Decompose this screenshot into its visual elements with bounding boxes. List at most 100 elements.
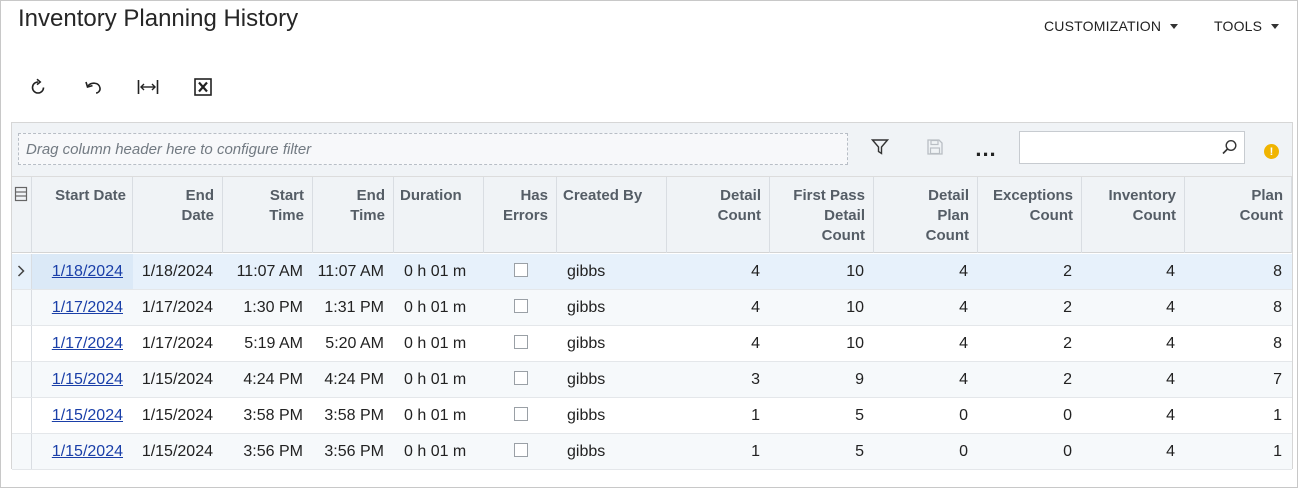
cell-value: 1 — [1273, 407, 1282, 424]
has-errors-checkbox[interactable] — [513, 335, 528, 350]
start-date-link[interactable]: 1/15/2024 — [52, 371, 123, 388]
start-date-link[interactable]: 1/15/2024 — [52, 407, 123, 424]
save-filter-button[interactable] — [923, 135, 947, 159]
more-options-button[interactable]: ... — [972, 137, 1000, 161]
cell-value: 0 h 01 m — [404, 263, 467, 280]
column-header-label: Plan — [1251, 187, 1283, 204]
cell-detail-plan-count: 4 — [874, 290, 978, 325]
column-header-exceptions-count[interactable]: Exceptions Count — [978, 177, 1082, 253]
cell-start-date[interactable]: 1/15/2024 — [32, 362, 133, 397]
cell-value: 8 — [1273, 263, 1282, 280]
tools-menu[interactable]: TOOLS — [1214, 18, 1280, 34]
fit-columns-button[interactable] — [133, 73, 163, 101]
cell-detail-plan-count: 0 — [874, 434, 978, 469]
column-header-plan-count[interactable]: Plan Count — [1185, 177, 1292, 253]
has-errors-checkbox[interactable] — [513, 371, 528, 386]
column-header-end-date[interactable]: End Date — [133, 177, 223, 253]
filter-drop-zone[interactable]: Drag column header here to configure fil… — [18, 133, 848, 165]
table-row[interactable]: 1/17/2024 1/17/2024 5:19 AM 5:20 AM 0 h 01 m… — [12, 326, 1292, 362]
column-header-label: Detail — [928, 187, 969, 204]
cell-value: 5 — [855, 443, 864, 460]
table-row[interactable]: 1/15/2024 1/15/2024 4:24 PM 4:24 PM 0 h 01 m… — [12, 362, 1292, 398]
column-header-duration[interactable]: Duration — [394, 177, 484, 253]
cell-start-date[interactable]: 1/17/2024 — [32, 326, 133, 361]
cell-has-errors — [484, 362, 557, 397]
column-header-label: Date — [181, 207, 214, 224]
cell-has-errors — [484, 290, 557, 325]
cell-start-date[interactable]: 1/17/2024 — [32, 290, 133, 325]
cell-start-date[interactable]: 1/18/2024 — [32, 254, 133, 289]
table-row[interactable]: 1/15/2024 1/15/2024 3:58 PM 3:58 PM 0 h 01 m… — [12, 398, 1292, 434]
cell-value: 1 — [1273, 443, 1282, 460]
export-excel-button[interactable] — [188, 73, 218, 101]
filter-button[interactable] — [868, 135, 892, 159]
column-header-created-by[interactable]: Created By — [557, 177, 667, 253]
column-header-start-date[interactable]: Start Date — [32, 177, 133, 253]
cell-value: 4 — [1166, 299, 1175, 316]
filter-icon — [871, 139, 889, 155]
cell-value: 4 — [751, 299, 760, 316]
cell-value: 11:07 AM — [236, 263, 303, 280]
column-header-start-time[interactable]: Start Time — [223, 177, 313, 253]
cell-value: 0 h 01 m — [404, 371, 467, 388]
row-indicator[interactable] — [12, 290, 32, 325]
row-indicator[interactable] — [12, 254, 32, 289]
undo-button[interactable] — [78, 73, 108, 101]
start-date-link[interactable]: 1/15/2024 — [52, 443, 123, 460]
cell-value: 5:20 AM — [325, 335, 384, 352]
row-indicator[interactable] — [12, 362, 32, 397]
column-header-first-pass-detail-count[interactable]: First Pass Detail Count — [770, 177, 874, 253]
cell-value: 1/15/2024 — [141, 407, 213, 424]
cell-start-date[interactable]: 1/15/2024 — [32, 398, 133, 433]
cell-has-errors — [484, 398, 557, 433]
start-date-link[interactable]: 1/18/2024 — [52, 263, 123, 280]
has-errors-checkbox[interactable] — [513, 407, 528, 422]
cell-created-by: gibbs — [557, 398, 667, 433]
cell-value: 8 — [1273, 299, 1282, 316]
start-date-link[interactable]: 1/17/2024 — [52, 335, 123, 352]
cell-end-time: 4:24 PM — [313, 362, 394, 397]
column-header-inventory-count[interactable]: Inventory Count — [1082, 177, 1185, 253]
cell-start-date[interactable]: 1/15/2024 — [32, 434, 133, 469]
row-indicator[interactable] — [12, 326, 32, 361]
customization-menu[interactable]: CUSTOMIZATION — [1044, 18, 1179, 34]
has-errors-checkbox[interactable] — [513, 443, 528, 458]
has-errors-checkbox[interactable] — [513, 263, 528, 278]
column-header-label: Count — [925, 227, 969, 244]
column-header-end-time[interactable]: End Time — [313, 177, 394, 253]
column-settings-cell[interactable] — [12, 177, 32, 253]
cell-value: 0 h 01 m — [404, 407, 467, 424]
refresh-button[interactable] — [23, 73, 53, 101]
column-header-label: Time — [269, 207, 304, 224]
warning-icon[interactable]: ! — [1264, 144, 1279, 159]
cell-first-pass-detail-count: 10 — [770, 254, 874, 289]
cell-value: 0 — [959, 443, 968, 460]
cell-value: 8 — [1273, 335, 1282, 352]
search-input[interactable] — [1020, 132, 1210, 163]
cell-end-date: 1/15/2024 — [133, 434, 223, 469]
has-errors-checkbox[interactable] — [513, 299, 528, 314]
column-header-detail-plan-count[interactable]: Detail Plan Count — [874, 177, 978, 253]
table-row[interactable]: 1/18/2024 1/18/2024 11:07 AM 11:07 AM 0 h 01… — [12, 254, 1292, 290]
column-header-label: Errors — [502, 207, 548, 224]
cell-value: 1 — [751, 443, 760, 460]
search-icon[interactable] — [1221, 139, 1238, 156]
cell-value: 4 — [1166, 371, 1175, 388]
caret-down-icon — [1271, 23, 1280, 29]
table-row[interactable]: 1/17/2024 1/17/2024 1:30 PM 1:31 PM 0 h 01 m… — [12, 290, 1292, 326]
column-header-detail-count[interactable]: Detail Count — [667, 177, 770, 253]
column-header-has-errors[interactable]: Has Errors — [484, 177, 557, 253]
cell-created-by: gibbs — [557, 362, 667, 397]
cell-plan-count: 1 — [1185, 434, 1292, 469]
cell-exceptions-count: 0 — [978, 398, 1082, 433]
start-date-link[interactable]: 1/17/2024 — [52, 299, 123, 316]
row-indicator[interactable] — [12, 398, 32, 433]
cell-value: 1/17/2024 — [141, 299, 213, 316]
column-header-label: Start Date — [55, 187, 126, 204]
table-row[interactable]: 1/15/2024 1/15/2024 3:56 PM 3:56 PM 0 h 01 m… — [12, 434, 1292, 470]
cell-value: 4 — [1166, 407, 1175, 424]
cell-exceptions-count: 0 — [978, 434, 1082, 469]
cell-plan-count: 8 — [1185, 326, 1292, 361]
row-indicator[interactable] — [12, 434, 32, 469]
cell-end-time: 11:07 AM — [313, 254, 394, 289]
